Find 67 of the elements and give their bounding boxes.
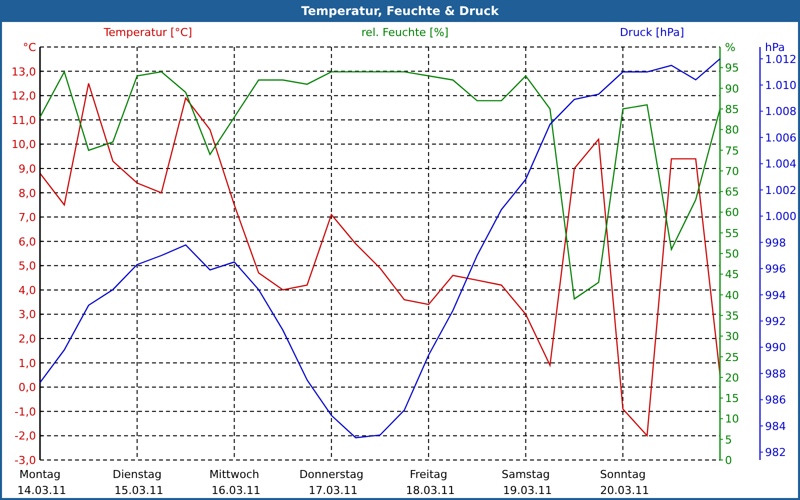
- x-axis-label: Sonntag 20.03.11: [600, 468, 650, 497]
- axis-tick-label: 0: [725, 454, 732, 467]
- series-label: rel. Feuchte [%]: [361, 26, 449, 39]
- axis-tick-label: 50: [725, 247, 739, 260]
- x-axis-label: Montag 14.03.11: [17, 468, 66, 497]
- axis-tick-label: 3,0: [18, 308, 36, 322]
- axis-tick-label: 988: [765, 367, 786, 380]
- axis-tick-label: -2,0: [14, 430, 36, 443]
- x-axis-label: Mittwoch 16.03.11: [209, 468, 261, 497]
- axis-unit-label: hPa: [765, 40, 785, 54]
- axis-tick-label: 95: [725, 62, 739, 75]
- x-axis-label: Donnerstag 17.03.11: [299, 468, 364, 497]
- axis-tick-label: 4,0: [18, 284, 36, 297]
- axis-tick-label: 75: [725, 144, 739, 158]
- axis-tick-label: 60: [725, 206, 739, 220]
- axis-tick-label: 6,0: [18, 235, 36, 248]
- axis-tick-label: 15: [725, 392, 739, 405]
- axis-tick-label: 994: [765, 288, 786, 302]
- axis-tick-label: 85: [725, 102, 739, 116]
- series-label: Druck [hPa]: [620, 26, 684, 39]
- axis-unit-label: °C: [22, 40, 36, 54]
- axis-tick-label: 8,0: [18, 186, 36, 200]
- axis-tick-label: 984: [765, 420, 786, 433]
- axis-tick-label: -3,0: [14, 454, 36, 467]
- axis-tick-label: 55: [725, 226, 739, 240]
- axis-tick-label: 1.006: [765, 131, 796, 144]
- axis-unit-label: %: [725, 40, 736, 54]
- axis-tick-label: 10: [725, 412, 739, 426]
- axis-tick-label: 1,0: [18, 356, 36, 370]
- axis-tick-label: 7,0: [18, 210, 36, 224]
- axis-tick-label: 5,0: [18, 260, 36, 273]
- axis-tick-label: 2,0: [18, 332, 36, 346]
- axis-tick-label: 1.012: [765, 52, 796, 66]
- axis-tick-label: 5: [725, 433, 732, 446]
- axis-tick-label: 70: [725, 164, 739, 178]
- axis-tick-label: 1.010: [765, 78, 796, 92]
- axis-tick-label: 30: [725, 330, 739, 343]
- axis-tick-label: -1,0: [14, 405, 36, 418]
- axis-tick-label: 996: [765, 262, 786, 276]
- axis-tick-label: 45: [725, 268, 739, 282]
- axis-tick-label: 10,0: [12, 138, 36, 152]
- axis-tick-label: 80: [725, 124, 739, 136]
- axis-tick-label: 1.002: [765, 184, 796, 197]
- axis-tick-label: 90: [725, 82, 739, 96]
- axis-tick-label: 1.000: [765, 210, 796, 224]
- x-axis-label: Freitag 18.03.11: [406, 468, 455, 497]
- axis-tick-label: 35: [725, 309, 739, 322]
- x-axis-label: Samstag 19.03.11: [502, 468, 552, 497]
- axis-tick-label: 25: [725, 350, 739, 364]
- axis-tick-label: 992: [765, 314, 786, 328]
- window-title: Temperatur, Feuchte & Druck: [0, 0, 800, 22]
- axis-tick-label: 11,0: [12, 114, 36, 127]
- axis-tick-label: 1.008: [765, 105, 796, 118]
- axis-tick-label: 986: [765, 394, 786, 407]
- axis-tick-label: 40: [725, 288, 739, 302]
- axis-tick-label: 0,0: [18, 381, 36, 394]
- axis-tick-label: 20: [725, 371, 739, 384]
- axis-tick-label: 982: [765, 446, 786, 460]
- x-axis-label: Dienstag 15.03.11: [112, 468, 164, 497]
- axis-tick-label: 990: [765, 341, 786, 354]
- axis-tick-label: 65: [725, 185, 739, 198]
- series-label: Temperatur [°C]: [104, 26, 192, 39]
- axis-tick-label: 13,0: [12, 65, 36, 78]
- axis-tick-label: 12,0: [12, 90, 36, 102]
- axis-tick-label: 1.004: [765, 158, 796, 171]
- axis-tick-label: 998: [765, 236, 786, 250]
- axis-tick-label: 9,0: [18, 162, 36, 176]
